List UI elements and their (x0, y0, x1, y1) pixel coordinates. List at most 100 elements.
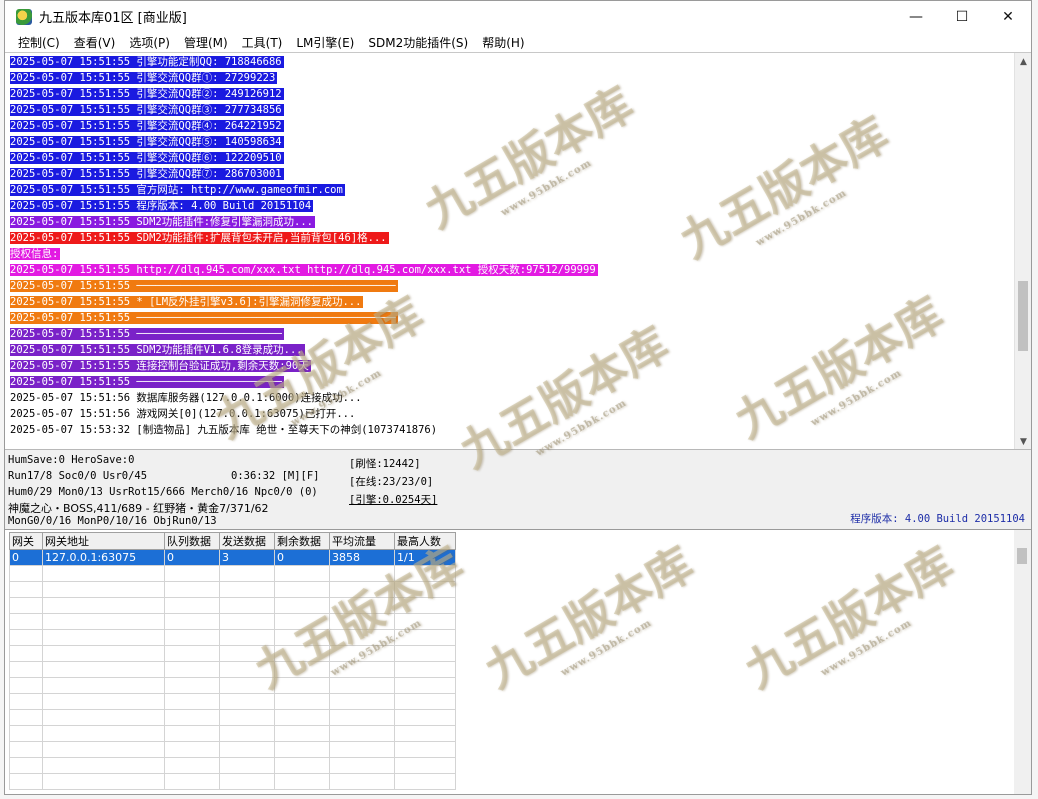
col-queue-data[interactable]: 队列数据 (164, 532, 220, 550)
empty-cell (219, 645, 275, 662)
empty-cell (219, 725, 275, 742)
menu-help[interactable]: 帮助(H) (475, 34, 531, 51)
log-line-text: 2025-05-07 15:51:55 引擎交流QQ群④: 264221952 (10, 120, 284, 132)
log-line: 2025-05-07 15:51:55 引擎交流QQ群②: 249126912 (10, 86, 1010, 102)
log-line-text: 2025-05-07 15:51:55 ────────────────────… (10, 328, 284, 340)
empty-cell (274, 581, 330, 598)
menu-sdm2-plugin[interactable]: SDM2功能插件(S) (361, 34, 475, 51)
col-max-users[interactable]: 最高人数 (394, 532, 456, 550)
empty-cell (164, 709, 220, 726)
log-line-text: 2025-05-07 15:51:55 引擎交流QQ群⑥: 122209510 (10, 152, 284, 164)
log-line-text: 2025-05-07 15:51:55 引擎功能定制QQ: 718846686 (10, 56, 284, 68)
empty-cell (42, 773, 165, 790)
table-row[interactable]: 0 127.0.0.1:63075 0 3 0 3858 1/1 (9, 549, 456, 566)
empty-cell (9, 565, 43, 582)
title-bar[interactable]: 九五版本库01区 [商业版] — ☐ ✕ (5, 1, 1031, 32)
log-line: 2025-05-07 15:51:55 ────────────────────… (10, 310, 1010, 326)
scroll-down-icon[interactable]: ▼ (1015, 433, 1031, 450)
menu-view[interactable]: 查看(V) (67, 34, 123, 51)
empty-cell (9, 741, 43, 758)
boss-status: 神魔之心・BOSS,411/689 - 红野猪・黄金7/371/62 (8, 502, 269, 515)
log-line-text: 2025-05-07 15:51:55 ────────────────────… (10, 312, 398, 324)
empty-cell (164, 613, 220, 630)
empty-cell (394, 741, 456, 758)
log-panel[interactable]: 2025-05-07 15:51:55 引擎功能定制QQ: 718846686 2… (5, 52, 1031, 450)
log-line-text: 2025-05-07 15:51:55 引擎交流QQ群①: 27299223 (10, 72, 278, 84)
log-line: 2025-05-07 15:51:55 引擎交流QQ群⑤: 140598634 (10, 134, 1010, 150)
log-line-text: 授权信息: (10, 248, 61, 260)
empty-cell (42, 645, 165, 662)
empty-cell (9, 645, 43, 662)
menu-manage[interactable]: 管理(M) (177, 34, 235, 51)
minimize-button[interactable]: — (893, 1, 939, 32)
log-line: 2025-05-07 15:51:55 http://dlq.945.com/x… (10, 262, 1010, 278)
empty-cell (219, 757, 275, 774)
empty-cell (394, 661, 456, 678)
menu-options[interactable]: 选项(P) (122, 34, 177, 51)
empty-cell (9, 725, 43, 742)
gateway-grid-panel[interactable]: 网关 网关地址 队列数据 发送数据 剩余数据 平均流量 最高人数 0 127.0… (5, 529, 1031, 794)
log-line: 2025-05-07 15:51:55 SDM2功能插件V1.6.8登录成功..… (10, 342, 1010, 358)
empty-cell (42, 725, 165, 742)
empty-cell (274, 741, 330, 758)
online-status: [在线:23/23/0] (349, 476, 434, 488)
empty-cell (394, 645, 456, 662)
gateway-table[interactable]: 网关 网关地址 队列数据 发送数据 剩余数据 平均流量 最高人数 0 127.0… (9, 532, 456, 790)
empty-cell (219, 693, 275, 710)
log-line-text: 2025-05-07 15:51:55 * [LM反外挂引擎v3.6]:引擎漏洞… (10, 296, 364, 308)
log-line-text: 2025-05-07 15:51:55 引擎交流QQ群②: 249126912 (10, 88, 284, 100)
menu-lm-engine[interactable]: LM引擎(E) (289, 34, 361, 51)
table-row-empty (9, 773, 456, 790)
empty-cell (219, 613, 275, 630)
log-scroll-thumb[interactable] (1018, 281, 1028, 351)
log-line: 2025-05-07 15:51:55 引擎交流QQ群⑦: 286703001 (10, 166, 1010, 182)
table-row-empty (9, 629, 456, 646)
col-send-data[interactable]: 发送数据 (219, 532, 275, 550)
log-line: 2025-05-07 15:51:55 引擎交流QQ群⑥: 122209510 (10, 150, 1010, 166)
col-avg-traffic[interactable]: 平均流量 (329, 532, 395, 550)
empty-cell (394, 709, 456, 726)
log-line: 2025-05-07 15:51:55 ────────────────────… (10, 374, 1010, 390)
grid-scroll-thumb[interactable] (1017, 548, 1027, 564)
empty-cell (164, 565, 220, 582)
log-line: 2025-05-07 15:51:55 程序版本: 4.00 Build 201… (10, 198, 1010, 214)
menu-tools[interactable]: 工具(T) (235, 34, 290, 51)
empty-cell (9, 629, 43, 646)
menu-control[interactable]: 控制(C) (11, 34, 67, 51)
program-version: 程序版本: 4.00 Build 20151104 (850, 513, 1025, 525)
log-line-text: 2025-05-07 15:51:55 SDM2功能插件V1.6.8登录成功..… (10, 344, 305, 356)
empty-cell (329, 693, 395, 710)
col-remaining-data[interactable]: 剩余数据 (274, 532, 330, 550)
app-window: 九五版本库01区 [商业版] — ☐ ✕ 控制(C) 查看(V) 选项(P) 管… (4, 0, 1032, 795)
empty-cell (274, 773, 330, 790)
log-line-text: 2025-05-07 15:51:55 连接控制台验证成功,剩余天数:90天 (10, 360, 311, 372)
log-line-text: 2025-05-07 15:51:55 官方网站: http://www.gam… (10, 184, 345, 196)
log-scrollbar[interactable]: ▲ ▼ (1014, 53, 1031, 450)
empty-cell (274, 661, 330, 678)
engine-status[interactable]: [引擎:0.0254天] (349, 492, 437, 507)
col-gateway[interactable]: 网关 (9, 532, 43, 550)
close-button[interactable]: ✕ (985, 1, 1031, 32)
empty-cell (42, 581, 165, 598)
log-line: 2025-05-07 15:51:55 官方网站: http://www.gam… (10, 182, 1010, 198)
log-line: 2025-05-07 15:51:55 引擎交流QQ群④: 264221952 (10, 118, 1010, 134)
empty-cell (274, 709, 330, 726)
empty-cell (164, 757, 220, 774)
empty-cell (164, 773, 220, 790)
empty-cell (394, 725, 456, 742)
empty-cell (329, 629, 395, 646)
empty-cell (394, 773, 456, 790)
scroll-up-icon[interactable]: ▲ (1015, 53, 1031, 70)
empty-cell (42, 741, 165, 758)
empty-cell (219, 773, 275, 790)
table-row-empty (9, 757, 456, 774)
empty-cell (219, 661, 275, 678)
log-line-text: 2025-05-07 15:51:55 引擎交流QQ群③: 277734856 (10, 104, 284, 116)
maximize-button[interactable]: ☐ (939, 1, 985, 32)
empty-cell (164, 741, 220, 758)
col-gateway-address[interactable]: 网关地址 (42, 532, 165, 550)
grid-scrollbar[interactable] (1014, 530, 1031, 794)
empty-cell (274, 693, 330, 710)
log-line: 2025-05-07 15:53:32 [制造物品] 九五版本库 绝世・至尊天下… (10, 422, 1010, 438)
log-line: 2025-05-07 15:51:56 游戏网关[0](127.0.0.1:63… (10, 406, 1010, 422)
